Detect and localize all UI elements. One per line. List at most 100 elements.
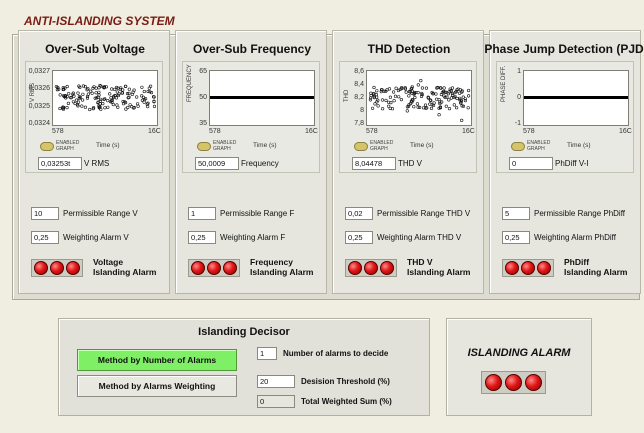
waveform-sample-point <box>65 84 69 89</box>
waveform-graph[interactable] <box>523 70 629 126</box>
y-tick-label: 0,0324 <box>28 120 50 127</box>
waveform-sample-point <box>405 109 409 113</box>
waveform-sample-point <box>152 104 157 109</box>
measurement-readout: 0,03253t <box>38 157 82 170</box>
measurement-label: THD V <box>398 159 422 168</box>
alarms-to-decide-label: Number of alarms to decide <box>283 349 389 358</box>
method-number-of-alarms-button[interactable]: Method by Number of Alarms <box>77 349 237 371</box>
waveform-sample-point <box>460 118 464 123</box>
waveform-sample-point <box>373 102 377 106</box>
alarm-led <box>223 261 237 275</box>
waveform-svg <box>210 96 314 99</box>
waveform-sample-point <box>442 86 446 90</box>
islanding-alarm-panel: ISLANDING ALARM <box>446 318 592 416</box>
islanding-alarm-led <box>485 374 502 391</box>
waveform-sample-point <box>455 96 459 101</box>
waveform-sample-point <box>73 101 77 106</box>
waveform-sample-point <box>65 105 69 110</box>
chart-area: 1 0 -1 PHASE DIFF. 578 16C ENABLED GRAPH T… <box>496 61 634 173</box>
waveform-sample-point <box>142 89 146 94</box>
waveform-sample-point <box>88 107 92 112</box>
waveform-sample-point <box>413 95 417 100</box>
waveform-sample-point <box>58 106 62 111</box>
waveform-sample-point <box>85 96 90 100</box>
x-tick-label: 578 <box>523 128 535 135</box>
enabled-graph-label: ENABLED GRAPH <box>56 140 80 152</box>
y-axis-label: V RMS <box>30 82 36 102</box>
enabled-graph-toggle[interactable] <box>511 142 525 151</box>
waveform-sample-point <box>412 105 416 109</box>
enabled-graph-toggle[interactable] <box>197 142 211 151</box>
waveform-sample-point <box>128 103 132 107</box>
waveform-sample-point <box>103 97 107 101</box>
permissible-range-input[interactable]: 1 <box>188 207 216 220</box>
waveform-sample-point <box>444 104 448 108</box>
islanding-decisor-panel: Islanding Decisor Method by Number of Al… <box>58 318 430 416</box>
alarm-label: Frequency Islanding Alarm <box>250 257 313 277</box>
waveform-sample-point <box>94 91 98 95</box>
islanding-alarm-led-group <box>481 371 546 394</box>
waveform-sample-point <box>127 87 131 91</box>
alarms-to-decide-input[interactable]: 1 <box>257 347 277 360</box>
waveform-sample-point <box>416 83 420 87</box>
permissible-range-label: Permissible Range PhDiff <box>534 209 626 218</box>
y-tick-label: 8 <box>360 107 364 114</box>
waveform-graph[interactable] <box>52 70 158 126</box>
weighting-alarm-input[interactable]: 0,25 <box>188 231 216 244</box>
waveform-sample-point <box>447 98 451 102</box>
x-axis-label: Time (s) <box>96 142 120 149</box>
enabled-graph-toggle[interactable] <box>40 142 54 151</box>
enabled-graph-toggle[interactable] <box>354 142 368 151</box>
x-tick-label: 16C <box>148 128 161 135</box>
weighting-alarm-input[interactable]: 0,25 <box>502 231 530 244</box>
waveform-sample-point <box>404 90 408 94</box>
waveform-sample-point <box>393 94 398 98</box>
waveform-sample-point <box>399 98 404 102</box>
decisor-title: Islanding Decisor <box>198 326 290 338</box>
measurement-readout: 50,0009 <box>195 157 239 170</box>
waveform-graph[interactable] <box>366 70 472 126</box>
waveform-sample-point <box>371 106 375 110</box>
waveform-sample-point <box>97 90 101 94</box>
waveform-sample-point <box>466 88 471 93</box>
y-tick-label: 8,6 <box>354 68 364 75</box>
measurement-label: Frequency <box>241 159 279 168</box>
alarm-label-line1: PhDiff <box>564 257 590 267</box>
islanding-alarm-led <box>525 374 542 391</box>
waveform-sample-point <box>111 102 115 107</box>
islanding-alarm-led-group <box>188 259 240 277</box>
enabled-graph-label: ENABLED GRAPH <box>213 140 237 152</box>
waveform-sample-point <box>109 96 113 100</box>
method-alarms-weighting-button[interactable]: Method by Alarms Weighting <box>77 375 237 397</box>
x-tick-label: 16C <box>462 128 475 135</box>
y-tick-label: 8,4 <box>354 81 364 88</box>
waveform-sample-point <box>438 101 442 106</box>
waveform-sample-point <box>384 98 388 103</box>
x-tick-label: 16C <box>305 128 318 135</box>
waveform-sample-point <box>102 97 106 102</box>
weighting-alarm-input[interactable]: 0,25 <box>31 231 59 244</box>
permissible-range-input[interactable]: 0,02 <box>345 207 373 220</box>
waveform-sample-point <box>454 106 459 110</box>
waveform-sample-point <box>423 103 428 107</box>
islanding-alarm-led-group <box>502 259 554 277</box>
weighting-alarm-input[interactable]: 0,25 <box>345 231 373 244</box>
waveform-sample-point <box>101 101 105 106</box>
measurement-readout: 0 <box>509 157 553 170</box>
alarm-led <box>505 261 519 275</box>
waveform-sample-point <box>420 86 425 90</box>
waveform-sample-point <box>371 92 376 96</box>
y-axis-label: THD <box>344 89 350 102</box>
waveform-sample-point <box>374 93 378 97</box>
waveform-sample-point <box>106 105 110 109</box>
waveform-sample-point <box>466 106 470 110</box>
permissible-range-input[interactable]: 10 <box>31 207 59 220</box>
permissible-range-input[interactable]: 5 <box>502 207 530 220</box>
waveform-graph[interactable] <box>209 70 315 126</box>
decision-threshold-input[interactable]: 20 <box>257 375 295 388</box>
alarm-label: Voltage Islanding Alarm <box>93 257 156 277</box>
waveform-sample-point <box>115 90 119 94</box>
panel-phase-jump: Phase Jump Detection (PJD) 1 0 -1 PHASE DI… <box>484 30 644 294</box>
waveform-sample-point <box>114 96 119 100</box>
waveform-sample-point <box>110 87 114 91</box>
